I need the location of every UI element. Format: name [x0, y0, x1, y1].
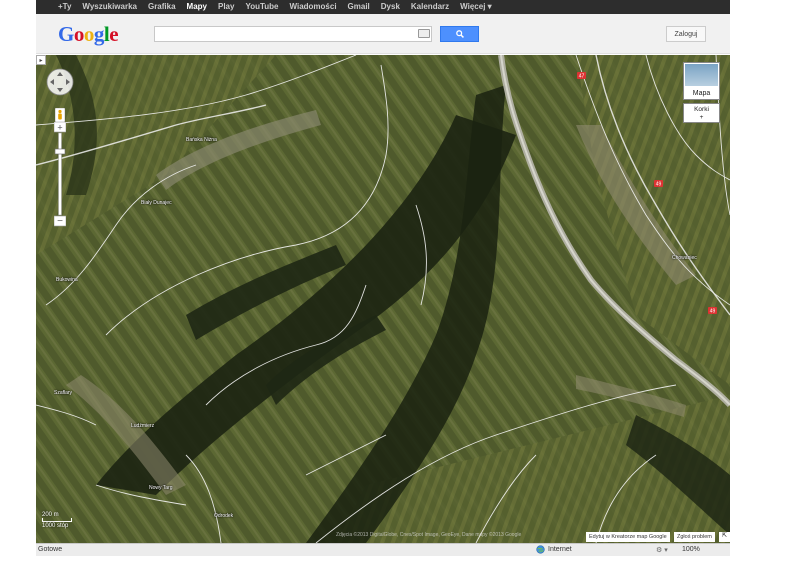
nav-item-plus-you[interactable]: +Ty	[58, 0, 71, 14]
nav-item-calendar[interactable]: Kalendarz	[411, 0, 449, 14]
status-text: Gotowe	[38, 546, 63, 553]
traffic-button[interactable]: Korki +	[683, 103, 720, 123]
nav-item-maps[interactable]: Mapy	[187, 0, 207, 14]
satellite-imagery	[36, 55, 730, 543]
security-zone: Internet	[536, 545, 572, 554]
map-canvas[interactable]: ▸ + − Mapa Korki + Biały Dunajec Bańska …	[36, 55, 730, 543]
nav-item-images[interactable]: Grafika	[148, 0, 176, 14]
traffic-toggle-icon: +	[699, 114, 704, 121]
edit-in-map-maker-link[interactable]: Edytuj w Kreatorze map Google	[586, 532, 670, 542]
protected-mode-icon[interactable]: ⚙ ▾	[656, 546, 668, 554]
zoom-level[interactable]: 100%	[682, 546, 700, 553]
place-label[interactable]: Bańska Niżna	[186, 137, 217, 143]
route-shield: 47	[577, 72, 586, 79]
place-label[interactable]: Biały Dunajec	[141, 200, 172, 206]
sign-in-button[interactable]: Zaloguj	[666, 26, 706, 42]
route-shield: 49	[708, 307, 717, 314]
google-logo[interactable]: Google	[58, 22, 119, 47]
search-button[interactable]	[440, 26, 479, 42]
google-nav-bar: +Ty Wyszukiwarka Grafika Mapy Play YouTu…	[36, 0, 730, 14]
pegman-icon[interactable]	[55, 108, 65, 122]
place-label[interactable]: Bukowina	[56, 277, 78, 283]
place-label[interactable]: Nowy Targ	[149, 485, 173, 491]
scale-bar: 200 m 1000 stóp	[42, 512, 72, 529]
pan-control[interactable]	[46, 68, 74, 96]
svg-text:49: 49	[710, 309, 716, 314]
svg-text:49: 49	[656, 182, 662, 187]
nav-item-search[interactable]: Wyszukiwarka	[82, 0, 137, 14]
place-label[interactable]: Ludźmierz	[131, 423, 154, 429]
place-label[interactable]: Szaflary	[54, 390, 72, 396]
place-label[interactable]: Chowaniec	[672, 255, 697, 261]
scale-imperial: 1000 stóp	[42, 523, 69, 529]
browser-status-bar: Gotowe Internet ⚙ ▾ 100%	[36, 543, 730, 556]
map-thumbnail	[685, 64, 718, 86]
map-copyright: Zdjęcia ©2013 DigitalGlobe, Cnes/Spot Im…	[336, 532, 522, 538]
nav-item-drive[interactable]: Dysk	[381, 0, 400, 14]
zone-label: Internet	[548, 546, 572, 553]
nav-item-more[interactable]: Więcej ▾	[460, 0, 492, 14]
browser-window: +Ty Wyszukiwarka Grafika Mapy Play YouTu…	[36, 0, 730, 560]
keyboard-icon[interactable]	[418, 29, 430, 38]
scale-line	[42, 518, 72, 522]
report-problem-link[interactable]: Zgłoś problem	[674, 532, 715, 542]
zoom-slider[interactable]: + −	[54, 122, 66, 227]
nav-item-youtube[interactable]: YouTube	[245, 0, 278, 14]
svg-text:47: 47	[579, 74, 585, 79]
map-type-button[interactable]: Mapa	[683, 62, 720, 100]
nav-item-gmail[interactable]: Gmail	[348, 0, 370, 14]
google-header: Google Zaloguj	[36, 14, 730, 54]
sidebar-toggle-icon[interactable]: ▸	[36, 55, 46, 65]
route-shield: 49	[654, 180, 663, 187]
nav-item-play[interactable]: Play	[218, 0, 234, 14]
traffic-label: Korki	[694, 106, 709, 113]
nav-item-news[interactable]: Wiadomości	[290, 0, 337, 14]
place-label[interactable]: Odrodek	[214, 513, 233, 519]
map-type-label: Mapa	[692, 90, 711, 97]
svg-text:−: −	[57, 216, 63, 227]
globe-icon	[536, 545, 545, 554]
search-icon	[455, 30, 464, 38]
search-input[interactable]	[154, 26, 432, 42]
expand-icon[interactable]: ⇱	[719, 532, 730, 542]
svg-text:+: +	[57, 123, 62, 133]
